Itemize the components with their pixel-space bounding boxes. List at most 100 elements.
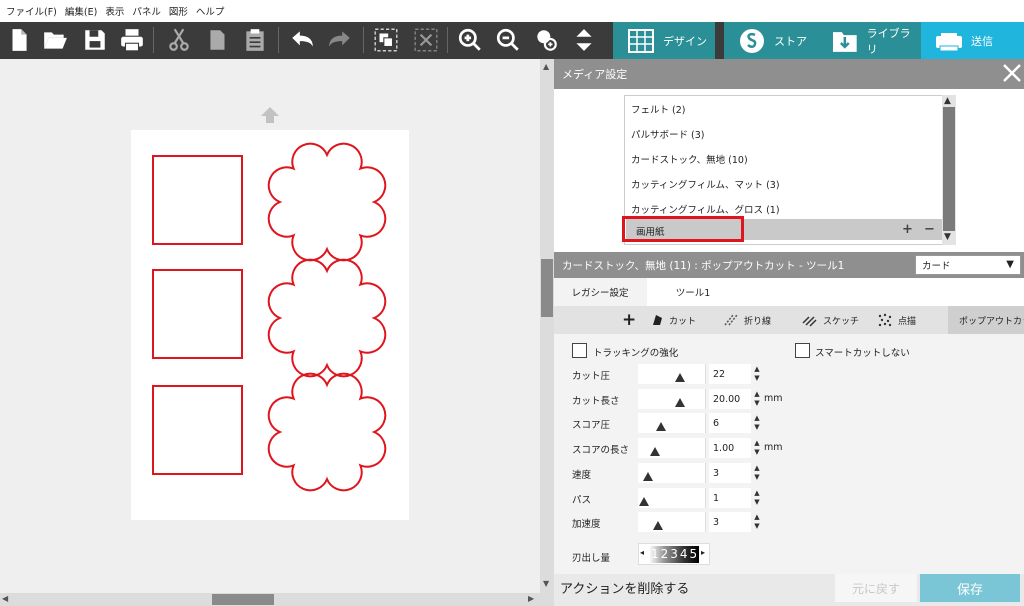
scroll-up-icon[interactable]: ▲ — [543, 62, 549, 71]
horizontal-scrollbar[interactable]: ◀ ▶ — [0, 593, 540, 606]
flower-shape[interactable] — [267, 372, 387, 492]
arrow-right-icon[interactable]: ▸ — [701, 548, 705, 557]
spinner-arrows-icon[interactable]: ▲ ▼ — [752, 464, 762, 484]
setting-label: 加速度 — [572, 519, 601, 530]
delete-action-link[interactable]: アクションを削除する — [560, 578, 689, 597]
media-item[interactable]: カッティングフィルム、グロス (1) — [631, 202, 780, 216]
tab-store[interactable]: ストア — [724, 22, 818, 59]
zoom-in-icon[interactable] — [455, 25, 485, 55]
ungroup-icon[interactable] — [411, 25, 441, 55]
setting-value-field[interactable]: 6 — [709, 413, 751, 433]
mode-popout-label: ポップアウトカット — [959, 316, 1024, 327]
mode-dots[interactable]: 点描 — [877, 306, 916, 334]
arrow-left-icon[interactable]: ◂ — [640, 548, 644, 557]
zoom-fit-icon[interactable] — [531, 25, 561, 55]
smart-cut-checkbox[interactable] — [795, 343, 810, 358]
setting-slider[interactable] — [638, 438, 706, 458]
vertical-scrollbar[interactable]: ▲ ▼ — [540, 59, 554, 606]
blade-depth-selector[interactable]: ◂ 12345 ▸ — [638, 543, 710, 565]
setting-slider[interactable] — [638, 364, 706, 384]
media-item[interactable]: カッティングフィルム、マット (3) — [631, 177, 780, 191]
open-folder-icon[interactable] — [40, 25, 70, 55]
mode-sketch[interactable]: スケッチ — [802, 306, 859, 334]
slider-thumb[interactable] — [643, 472, 653, 481]
tab-legacy-settings[interactable]: レガシー設定 — [554, 278, 646, 306]
setting-value-field[interactable]: 1.00 — [709, 438, 751, 458]
undo-icon[interactable] — [287, 25, 317, 55]
menu-help[interactable]: ヘルプ — [196, 4, 225, 18]
zoom-out-icon[interactable] — [493, 25, 523, 55]
slider-thumb[interactable] — [639, 497, 649, 506]
setting-value-field[interactable]: 3 — [709, 463, 751, 483]
redo-icon[interactable] — [325, 25, 355, 55]
mode-popout-cut[interactable]: ポップアウトカット — [948, 306, 1024, 334]
scroll-down-icon[interactable]: ▼ — [543, 579, 549, 588]
square-shape[interactable] — [152, 155, 243, 245]
spinner-arrows-icon[interactable]: ▲ ▼ — [752, 489, 762, 509]
mode-cut[interactable]: カット — [650, 306, 696, 334]
menu-shape[interactable]: 図形 — [169, 4, 188, 18]
add-media-button[interactable]: + — [902, 222, 913, 237]
menu-file[interactable]: ファイル(F) — [6, 4, 57, 18]
undo-button[interactable]: 元に戻す — [835, 574, 917, 602]
tracking-checkbox[interactable] — [572, 343, 587, 358]
setting-slider[interactable] — [638, 512, 706, 532]
slider-thumb[interactable] — [653, 521, 663, 530]
scroll-up-icon[interactable]: ▲ — [944, 96, 951, 106]
tab-design[interactable]: デザイン — [613, 22, 715, 59]
close-icon[interactable] — [1002, 63, 1022, 86]
remove-media-button[interactable]: − — [924, 222, 935, 237]
setting-label: 速度 — [572, 470, 592, 481]
square-shape[interactable] — [152, 385, 243, 475]
square-shape[interactable] — [152, 269, 243, 359]
slider-thumb[interactable] — [650, 447, 660, 456]
save-button[interactable]: 保存 — [920, 574, 1020, 602]
spinner-arrows-icon[interactable]: ▲ ▼ — [752, 439, 762, 459]
spinner-arrows-icon[interactable]: ▲ ▼ — [752, 513, 762, 533]
scroll-left-icon[interactable]: ◀ — [2, 594, 8, 603]
slider-thumb[interactable] — [656, 422, 666, 431]
flower-shape[interactable] — [267, 258, 387, 378]
media-list-scrollbar[interactable]: ▲ ▼ — [942, 95, 956, 245]
tab-tool1[interactable]: ツール1 — [647, 278, 739, 306]
new-file-icon[interactable] — [4, 25, 34, 55]
media-item[interactable]: カードストック、無地 (10) — [631, 152, 748, 166]
flower-shape[interactable] — [267, 142, 387, 262]
group-icon[interactable] — [371, 25, 401, 55]
material-type-select[interactable]: カード ▼ — [915, 255, 1021, 275]
media-item[interactable]: パルサボード (3) — [631, 127, 704, 141]
setting-value-field[interactable]: 1 — [709, 488, 751, 508]
setting-value-field[interactable]: 3 — [709, 512, 751, 532]
move-to-origin-icon[interactable] — [569, 25, 599, 55]
menu-edit[interactable]: 編集(E) — [65, 4, 97, 18]
paste-icon[interactable] — [240, 25, 270, 55]
tab-tool1-label: ツール1 — [675, 288, 711, 299]
setting-value-field[interactable]: 22 — [709, 364, 751, 384]
print-icon[interactable] — [117, 25, 147, 55]
menu-view[interactable]: 表示 — [105, 4, 124, 18]
setting-slider[interactable] — [638, 488, 706, 508]
setting-slider[interactable] — [638, 463, 706, 483]
copy-icon[interactable] — [203, 25, 233, 55]
add-action-button[interactable]: + — [622, 306, 636, 334]
spinner-arrows-icon[interactable]: ▲ ▼ — [752, 365, 762, 385]
setting-slider[interactable] — [638, 413, 706, 433]
cut-icon[interactable] — [164, 25, 194, 55]
menu-panel[interactable]: パネル — [132, 4, 161, 18]
slider-thumb[interactable] — [675, 398, 685, 407]
mode-fold[interactable]: 折り線 — [723, 306, 771, 334]
setting-slider[interactable] — [638, 389, 706, 409]
save-icon[interactable] — [80, 25, 110, 55]
tab-send[interactable]: 送信 — [921, 22, 1024, 59]
spinner-arrows-icon[interactable]: ▲ ▼ — [752, 414, 762, 434]
scroll-right-icon[interactable]: ▶ — [528, 594, 534, 603]
scroll-thumb[interactable] — [212, 594, 274, 605]
tab-library[interactable]: ライブラリ — [817, 22, 921, 59]
spinner-arrows-icon[interactable]: ▲ ▼ — [752, 390, 762, 410]
scroll-down-icon[interactable]: ▼ — [944, 232, 951, 242]
setting-value-field[interactable]: 20.00 — [709, 389, 751, 409]
scroll-thumb[interactable] — [541, 259, 553, 317]
media-item[interactable]: フェルト (2) — [631, 102, 685, 116]
scroll-thumb[interactable] — [943, 107, 955, 231]
slider-thumb[interactable] — [675, 373, 685, 382]
